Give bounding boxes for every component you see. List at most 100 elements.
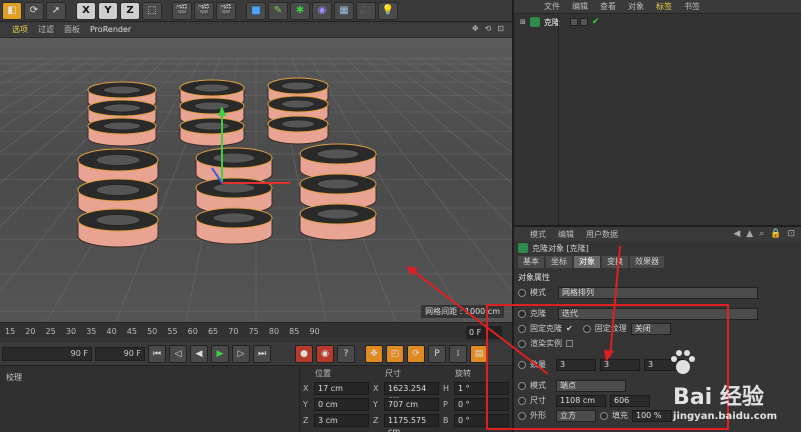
position-y-field[interactable]: 0 cm (314, 397, 369, 411)
undo-icon[interactable]: ◧ (2, 1, 22, 20)
render-visibility-icon[interactable] (579, 18, 588, 26)
coordinate-system-icon[interactable]: ⬚ (142, 1, 162, 20)
render-picture-viewer-icon[interactable]: 🎬 (194, 1, 214, 20)
current-frame-field[interactable]: 0 F (466, 326, 502, 339)
mode-dropdown[interactable]: 网格排列 (558, 286, 758, 299)
refresh-icon[interactable]: ⟳ (24, 1, 44, 20)
up-arrow-icon[interactable]: ▲ (746, 229, 753, 239)
shape-dropdown[interactable]: 立方 (556, 409, 596, 422)
cube-icon[interactable]: ■ (246, 1, 266, 20)
animate-radio[interactable] (518, 360, 526, 369)
expand-icon[interactable]: ⊞ (520, 18, 526, 26)
end-frame-field[interactable]: 90 F (95, 346, 145, 361)
tab-basic[interactable]: 基本 (518, 256, 544, 268)
prev-key-icon[interactable]: ◁ (169, 344, 187, 363)
record-icon[interactable]: ● (295, 344, 313, 363)
timeline[interactable]: 15 20 25 30 35 40 45 50 55 60 65 70 75 80 85 90 0 F (0, 322, 512, 342)
size-x-field[interactable]: 1108 cm (556, 394, 606, 407)
key-param-icon[interactable]: P (428, 344, 446, 363)
rotation-b-field[interactable]: 0 ° (454, 413, 509, 427)
render-view-icon[interactable]: 🎬 (172, 1, 192, 20)
tab-coordinates[interactable]: 坐标 (546, 256, 572, 268)
viewport-menu-panel[interactable]: 面板 (64, 24, 80, 35)
axis-y-button[interactable]: Y (98, 1, 118, 20)
menu-mode[interactable]: 模式 (530, 229, 546, 240)
render-instance-checkbox[interactable] (566, 340, 573, 347)
menu-tags[interactable]: 标签 (656, 1, 672, 12)
rotation-p-field[interactable]: 0 ° (454, 397, 509, 411)
visibility-flags[interactable] (569, 18, 588, 26)
position-x-field[interactable]: 17 cm (314, 381, 369, 395)
editor-visibility-icon[interactable] (569, 18, 578, 26)
render-settings-icon[interactable]: 🎬 (216, 1, 236, 20)
count-x-field[interactable]: 3 (556, 358, 596, 371)
go-to-start-icon[interactable]: ⏮ (148, 344, 166, 363)
material-manager[interactable]: 校理 (0, 366, 300, 432)
size-y-field[interactable]: 707 cm (384, 397, 439, 411)
start-frame-field[interactable]: 90 F (2, 346, 92, 361)
menu-bookmarks[interactable]: 书签 (684, 1, 700, 12)
key-position-icon[interactable]: ✥ (365, 344, 383, 363)
floor-icon[interactable]: ▦ (334, 1, 354, 20)
size-z-field[interactable]: 1175.575 cm (384, 413, 439, 432)
animate-radio[interactable] (518, 288, 526, 297)
rotation-h-field[interactable]: 1 ° (454, 381, 509, 395)
new-panel-icon[interactable]: ⊡ (787, 229, 795, 239)
menu-file[interactable]: 文件 (544, 1, 560, 12)
menu-edit[interactable]: 编辑 (558, 229, 574, 240)
back-arrow-icon[interactable]: ◀ (733, 229, 740, 239)
timeline-editor-icon[interactable]: ▤ (470, 344, 488, 363)
go-to-end-icon[interactable]: ⏭ (253, 344, 271, 363)
tab-object[interactable]: 对象 (574, 256, 600, 268)
animate-radio[interactable] (518, 324, 526, 333)
move-view-icon[interactable]: ✥ (472, 24, 479, 33)
count-y-field[interactable]: 3 (600, 358, 640, 371)
rotate-view-icon[interactable]: ⟲ (485, 24, 492, 33)
menu-object[interactable]: 对象 (628, 1, 644, 12)
menu-user-data[interactable]: 用户数据 (586, 229, 618, 240)
lock-icon[interactable]: 🔒 (770, 229, 781, 239)
clone-dropdown[interactable]: 迭代 (558, 307, 758, 320)
key-scale-icon[interactable]: ◰ (386, 344, 404, 363)
size-y-field[interactable]: 606 (610, 394, 650, 407)
search-icon[interactable]: ⌕ (759, 229, 764, 239)
camera-icon[interactable]: 🎥 (356, 1, 376, 20)
play-icon[interactable]: ▶ (211, 344, 229, 363)
fill-field[interactable]: 100 % (632, 409, 672, 422)
prev-frame-icon[interactable]: ◀ (190, 344, 208, 363)
keyframe-selection-icon[interactable]: ? (337, 344, 355, 363)
viewport-menu-options[interactable]: 选项 (12, 24, 28, 35)
light-icon[interactable]: 💡 (378, 1, 398, 20)
axis-x-button[interactable]: X (76, 1, 96, 20)
animate-radio[interactable] (518, 309, 526, 318)
menu-view[interactable]: 查看 (600, 1, 616, 12)
cloner-icon[interactable]: ✱ (290, 1, 310, 20)
tab-effectors[interactable]: 效果器 (630, 256, 664, 268)
animate-radio[interactable] (518, 411, 526, 420)
tab-transform[interactable]: 变换 (602, 256, 628, 268)
enabled-check-icon[interactable]: ✔ (592, 17, 600, 27)
viewport-menu-prorender[interactable]: ProRender (90, 25, 131, 34)
animate-radio[interactable] (582, 324, 591, 333)
fix-clone-check-icon[interactable]: ✔ (566, 324, 573, 333)
animate-radio[interactable] (600, 411, 608, 420)
animate-radio[interactable] (518, 381, 526, 390)
animate-radio[interactable] (518, 396, 526, 405)
axis-z-button[interactable]: Z (120, 1, 140, 20)
position-z-field[interactable]: 3 cm (314, 413, 369, 427)
deformer-icon[interactable]: ◉ (312, 1, 332, 20)
pointer-icon[interactable]: ➚ (46, 1, 66, 20)
fix-texture-dropdown[interactable]: 关闭 (630, 322, 671, 335)
maximize-view-icon[interactable]: ⊡ (497, 24, 504, 33)
autokey-icon[interactable]: ◉ (316, 344, 334, 363)
menu-edit[interactable]: 编辑 (572, 1, 588, 12)
size-x-field[interactable]: 1623.254 cm (384, 381, 439, 404)
viewport-menu-filter[interactable]: 过滤 (38, 24, 54, 35)
key-pla-icon[interactable]: ⁞ (449, 344, 467, 363)
pen-icon[interactable]: ✎ (268, 1, 288, 20)
animate-radio[interactable] (518, 339, 526, 348)
key-rotation-icon[interactable]: ⟳ (407, 344, 425, 363)
next-frame-icon[interactable]: ▷ (232, 344, 250, 363)
mode2-dropdown[interactable]: 端点 (556, 379, 626, 392)
3d-viewport[interactable]: 网格间距 : 1000 cm (0, 38, 512, 322)
